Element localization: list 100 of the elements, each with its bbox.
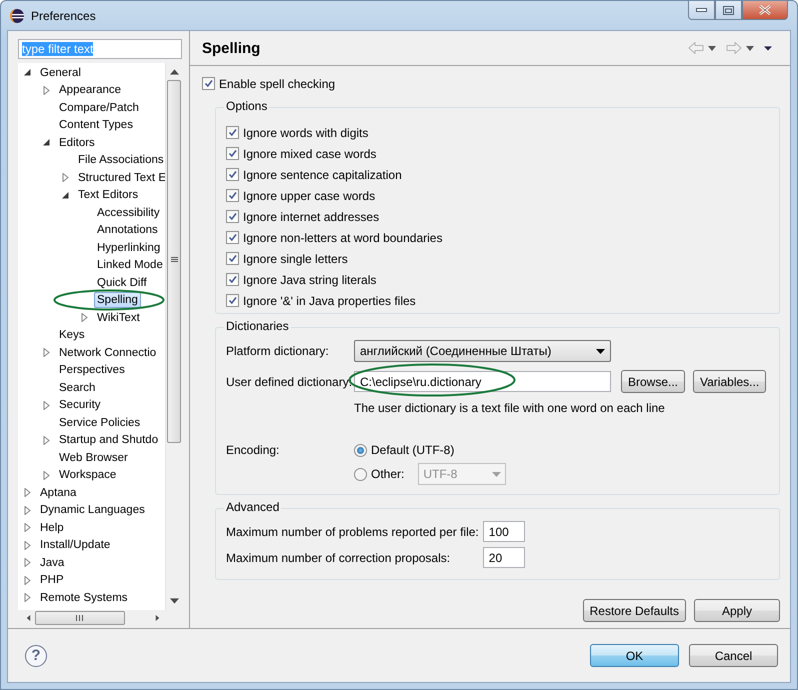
tree-item[interactable]: File Associations: [75, 152, 167, 168]
tree-item[interactable]: Text Editors: [75, 187, 142, 204]
tree-item[interactable]: Network Connectio: [56, 344, 160, 361]
collapsed-arrow-icon[interactable]: [42, 348, 51, 358]
tree-item[interactable]: Compare/Patch: [56, 100, 142, 116]
tree-item[interactable]: WikiText: [94, 310, 143, 326]
radio-button[interactable]: [354, 468, 367, 480]
tree-item[interactable]: Web Browser: [56, 450, 131, 466]
tree-item[interactable]: Remote Systems: [37, 590, 131, 606]
tree-item[interactable]: Java: [37, 554, 68, 571]
tree-item[interactable]: Workspace: [56, 467, 120, 484]
tree-item[interactable]: Aptana: [37, 484, 80, 501]
number-field[interactable]: 20: [482, 547, 525, 568]
expanded-arrow-icon[interactable]: [61, 190, 70, 200]
scroll-down-arrow-icon[interactable]: [170, 598, 179, 604]
expanded-arrow-icon[interactable]: [42, 138, 51, 148]
tree-item[interactable]: Accessibility: [94, 204, 163, 221]
maximize-button[interactable]: [715, 1, 742, 20]
scroll-right-arrow-icon[interactable]: [153, 615, 162, 621]
group-title: Options: [224, 99, 270, 113]
checkbox[interactable]: [226, 252, 239, 265]
collapsed-arrow-icon[interactable]: [42, 400, 51, 410]
tree-item[interactable]: Structured Text E: [75, 170, 169, 186]
checkbox-label: Ignore non-letters at word boundaries: [243, 230, 442, 244]
window-title: Preferences: [31, 9, 96, 23]
tree-item[interactable]: Service Policies: [56, 414, 144, 431]
field-label: Platform dictionary:: [226, 344, 330, 358]
checkbox-label: Ignore internet addresses: [243, 210, 380, 224]
tree-item[interactable]: Appearance: [56, 82, 124, 98]
checkbox[interactable]: [226, 189, 239, 202]
radio-label: Other:: [371, 467, 404, 481]
tree-item[interactable]: Linked Mode: [94, 257, 166, 274]
apply-button[interactable]: Apply: [694, 599, 780, 622]
number-field[interactable]: 100: [482, 521, 525, 542]
app-icon: [9, 8, 25, 24]
tree-item[interactable]: Content Types: [56, 117, 136, 134]
collapsed-arrow-icon[interactable]: [61, 173, 70, 182]
minimize-icon[interactable]: [696, 8, 707, 12]
scrollbar-thumb[interactable]: [35, 611, 125, 625]
field-label: Maximum number of correction proposals:: [226, 550, 452, 564]
scrollbar-thumb[interactable]: [167, 80, 181, 443]
tree-item[interactable]: Spelling: [94, 292, 141, 308]
radio-button[interactable]: [354, 444, 367, 456]
checkbox[interactable]: [226, 168, 239, 181]
collapsed-arrow-icon[interactable]: [23, 558, 32, 568]
collapsed-arrow-icon[interactable]: [23, 506, 32, 515]
checkbox[interactable]: [226, 294, 239, 307]
checkbox-label: Ignore upper case words: [243, 188, 376, 202]
collapsed-arrow-icon[interactable]: [42, 470, 51, 480]
tree-item[interactable]: Quick Diff: [94, 274, 150, 291]
cancel-button[interactable]: Cancel: [689, 644, 778, 667]
tree-item[interactable]: Annotations: [94, 222, 161, 238]
collapsed-arrow-icon[interactable]: [42, 86, 51, 95]
collapsed-arrow-icon[interactable]: [23, 488, 32, 498]
tree-item[interactable]: Dynamic Languages: [37, 502, 148, 518]
tree-item[interactable]: Keys: [56, 327, 88, 344]
checkbox[interactable]: [202, 77, 215, 90]
tree-item[interactable]: PHP: [37, 572, 67, 588]
collapsed-arrow-icon[interactable]: [23, 540, 32, 550]
platform-dictionary-dropdown[interactable]: английский (Соединенные Штаты): [354, 340, 611, 362]
checkbox[interactable]: [226, 147, 239, 160]
checkbox[interactable]: [226, 126, 239, 139]
browse-button[interactable]: Browse...: [621, 370, 686, 393]
tree-item[interactable]: Search: [56, 380, 98, 396]
tree-item[interactable]: Startup and Shutdo: [56, 432, 162, 448]
variables-button[interactable]: Variables...: [693, 370, 766, 393]
field-label: Maximum number of problems reported per file:: [226, 524, 479, 538]
help-button[interactable]: ?: [25, 644, 47, 666]
minimize-button[interactable]: [688, 1, 715, 20]
scroll-up-arrow-icon[interactable]: [170, 69, 179, 75]
checkbox-label: Enable spell checking: [219, 76, 336, 90]
tree-item[interactable]: Security: [56, 397, 104, 414]
collapsed-arrow-icon[interactable]: [23, 593, 32, 602]
field-label: User defined dictionary:: [226, 374, 354, 388]
close-icon[interactable]: [759, 5, 771, 15]
tree-item[interactable]: Help: [37, 520, 67, 536]
dropdown-caret-icon: [596, 348, 605, 354]
ok-button[interactable]: OK: [590, 644, 679, 667]
scroll-left-arrow-icon[interactable]: [24, 615, 33, 621]
tree-item[interactable]: Install/Update: [37, 537, 114, 554]
checkbox[interactable]: [226, 231, 239, 244]
collapsed-arrow-icon[interactable]: [23, 576, 32, 585]
caret-icon[interactable]: [708, 46, 716, 50]
expanded-arrow-icon[interactable]: [23, 68, 32, 78]
maximize-icon[interactable]: [723, 6, 734, 14]
checkbox-label: Ignore mixed case words: [243, 146, 376, 160]
checkbox[interactable]: [226, 273, 239, 286]
collapsed-arrow-icon[interactable]: [80, 313, 89, 322]
tree-item[interactable]: Perspectives: [56, 362, 128, 378]
tree-item[interactable]: Editors: [56, 134, 98, 151]
close-button[interactable]: [742, 1, 788, 20]
view-menu-icon[interactable]: [764, 46, 772, 50]
tree-item[interactable]: Hyperlinking: [94, 240, 164, 256]
collapsed-arrow-icon[interactable]: [23, 523, 32, 532]
caret-icon[interactable]: [746, 46, 754, 50]
checkbox[interactable]: [226, 210, 239, 223]
tree-item[interactable]: General: [37, 64, 84, 81]
collapsed-arrow-icon[interactable]: [42, 436, 51, 445]
dictionary-path-field[interactable]: C:\eclipse\ru.dictionary: [354, 371, 611, 392]
restore-defaults-button[interactable]: Restore Defaults: [582, 599, 686, 622]
